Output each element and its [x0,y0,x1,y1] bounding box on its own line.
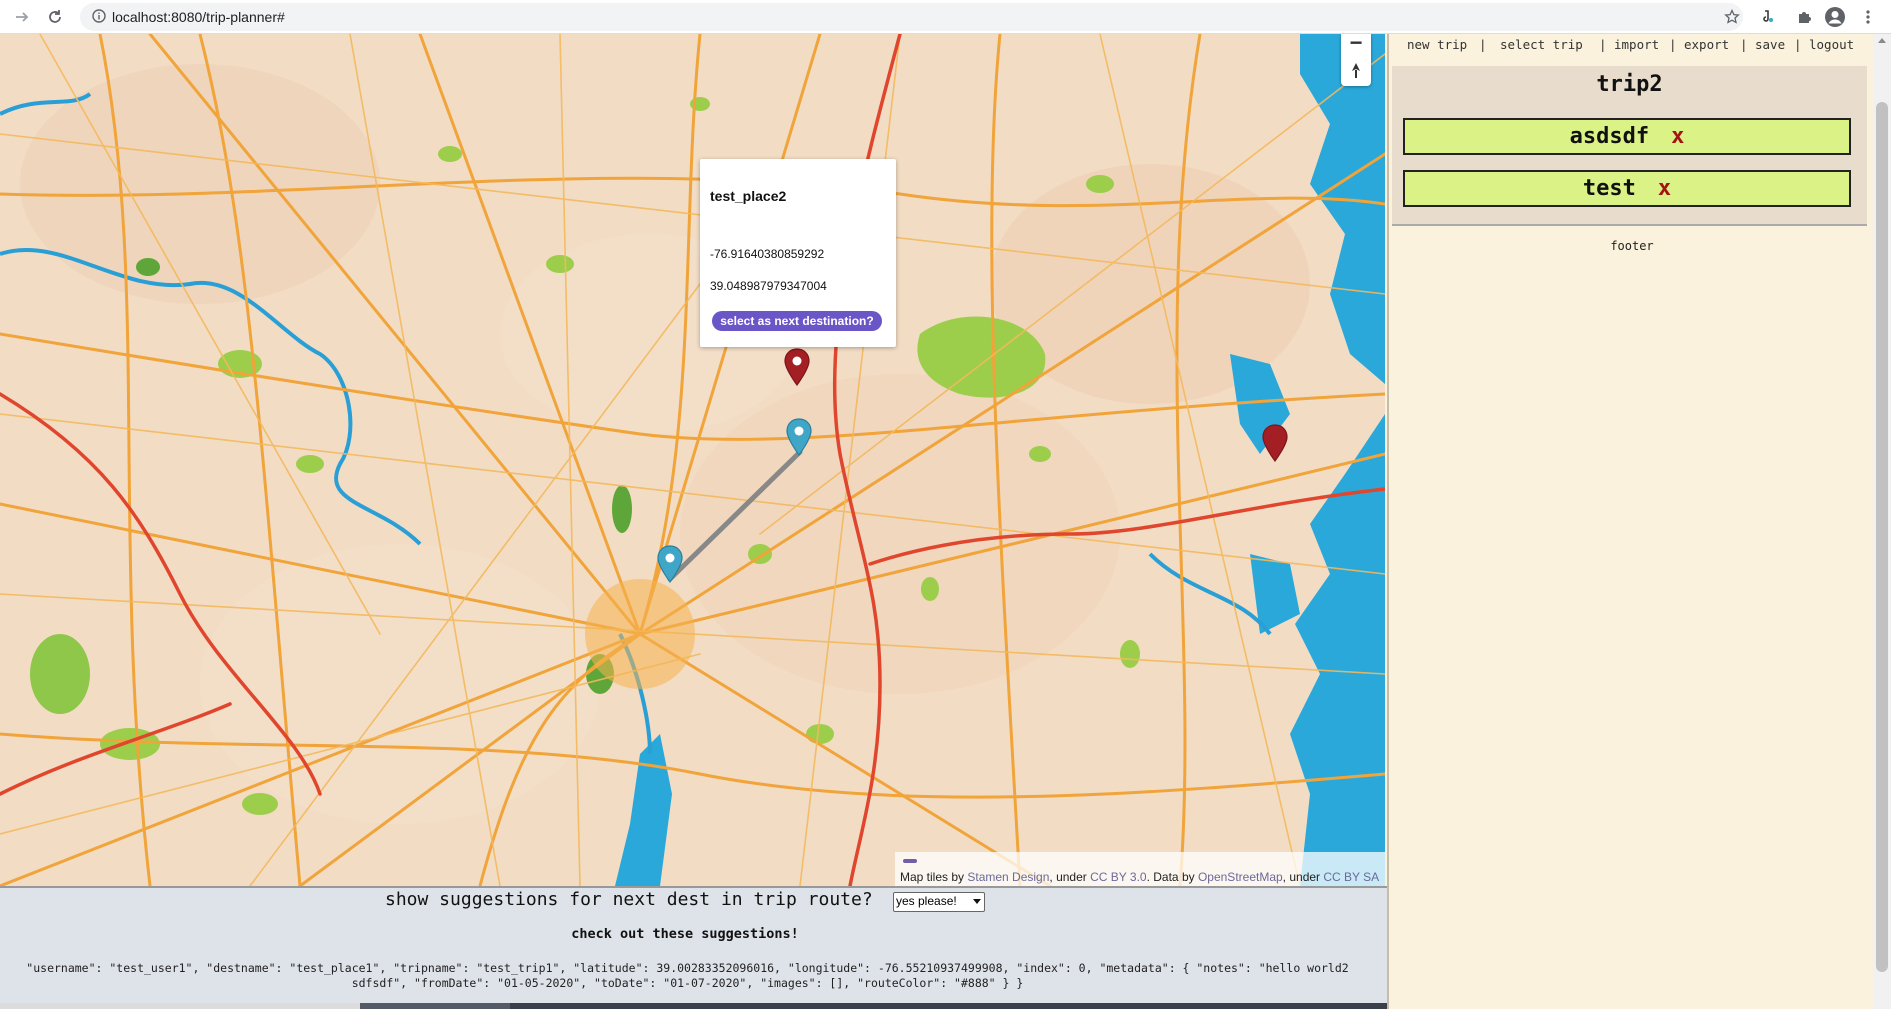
cc-by-sa-link[interactable]: CC BY SA [1323,870,1379,884]
osm-link[interactable]: OpenStreetMap [1198,870,1283,884]
address-bar[interactable]: localhost:8080/trip-planner# [80,3,1743,31]
scroll-up-icon[interactable] [1878,38,1886,43]
map-tiles[interactable] [0,34,1385,886]
chevron-down-icon [973,899,981,904]
profile-icon[interactable] [1823,5,1847,29]
destination-card[interactable]: asdsdf x [1403,118,1851,155]
destination-card[interactable]: test x [1403,170,1851,207]
suggestions-select[interactable]: yes please! [893,892,985,912]
compass-arrow-icon [1352,63,1360,78]
forward-arrow-icon[interactable] [10,5,34,29]
nav-separator: | [1479,37,1487,52]
nav-separator: | [1599,37,1607,52]
import-link[interactable]: import [1614,37,1659,52]
attribution-text: , under [1049,870,1091,884]
star-icon[interactable] [1720,5,1744,29]
scrollbar-thumb[interactable] [1876,102,1888,972]
reload-icon[interactable] [43,5,67,29]
suggestion-json-line: "username": "test_user1", "destname": "t… [26,961,1349,975]
extension-icon[interactable] [1756,5,1780,29]
export-link[interactable]: export [1684,37,1729,52]
map-attribution: Map tiles by Stamen Design, under CC BY … [895,852,1385,886]
place-popup: test_place2 -76.91640380859292 39.048987… [700,159,896,347]
popup-title: test_place2 [710,188,787,204]
attribution-text: . Data by [1146,870,1198,884]
map-view[interactable]: test_place2 -76.91640380859292 39.048987… [0,34,1385,886]
suggestion-json: "username": "test_user1", "destname": "t… [5,961,1370,991]
save-link[interactable]: save [1755,37,1785,52]
cc-by-link[interactable]: CC BY 3.0 [1090,870,1146,884]
marker-red-icon[interactable] [1260,423,1290,463]
info-icon[interactable] [92,9,106,28]
nav-separator: | [1669,37,1677,52]
marker-blue-icon[interactable] [784,417,814,457]
remove-destination-button[interactable]: x [1671,124,1684,149]
destination-name: asdsdf [1569,124,1650,149]
scroll-track [0,1003,360,1009]
map-controls: − [1341,34,1371,86]
select-value: yes please! [896,894,957,908]
logout-link[interactable]: logout [1809,37,1854,52]
suggestions-panel: show suggestions for next dest in trip r… [0,886,1387,1009]
sidebar-footer: footer [1610,239,1654,253]
sidebar-nav: new trip | select trip | import | export… [1389,37,1875,55]
attribution-text: , under [1282,870,1324,884]
nav-separator: | [1740,37,1748,52]
attribution-toggle-button[interactable] [903,859,917,863]
url-text: localhost:8080/trip-planner# [112,9,285,25]
horizontal-scrollbar[interactable] [0,1003,1387,1009]
suggestions-question: show suggestions for next dest in trip r… [385,889,873,910]
popup-longitude: -76.91640380859292 [710,247,825,261]
page-scrollbar[interactable] [1873,34,1891,1009]
trip-panel: trip2 asdsdf x test x [1392,66,1867,226]
stamen-link[interactable]: Stamen Design [967,870,1049,884]
suggestion-json-line: sdfsdf", "fromDate": "01-05-2020", "toDa… [351,976,1024,990]
nav-separator: | [1794,37,1802,52]
scrollbar-thumb[interactable] [360,1003,510,1009]
new-trip-link[interactable]: new trip [1407,37,1467,52]
destination-name: test [1582,176,1636,201]
select-next-destination-button[interactable]: select as next destination? [712,311,882,331]
puzzle-icon[interactable] [1792,5,1816,29]
reset-rotation-button[interactable] [1341,58,1371,84]
marker-red-icon[interactable] [782,347,812,387]
browser-toolbar: localhost:8080/trip-planner# [0,0,1891,34]
suggestions-heading: check out these suggestions! [571,926,799,942]
remove-destination-button[interactable]: x [1658,176,1671,201]
select-trip-link[interactable]: select trip [1500,37,1583,52]
trip-title: trip2 [1596,72,1663,97]
menu-icon[interactable] [1856,5,1880,29]
zoom-out-button[interactable]: − [1341,34,1371,56]
popup-latitude: 39.048987979347004 [710,279,827,293]
attribution-text: Map tiles by [900,870,968,884]
trip-sidebar: new trip | select trip | import | export… [1387,34,1875,1009]
marker-blue-icon[interactable] [655,544,685,584]
